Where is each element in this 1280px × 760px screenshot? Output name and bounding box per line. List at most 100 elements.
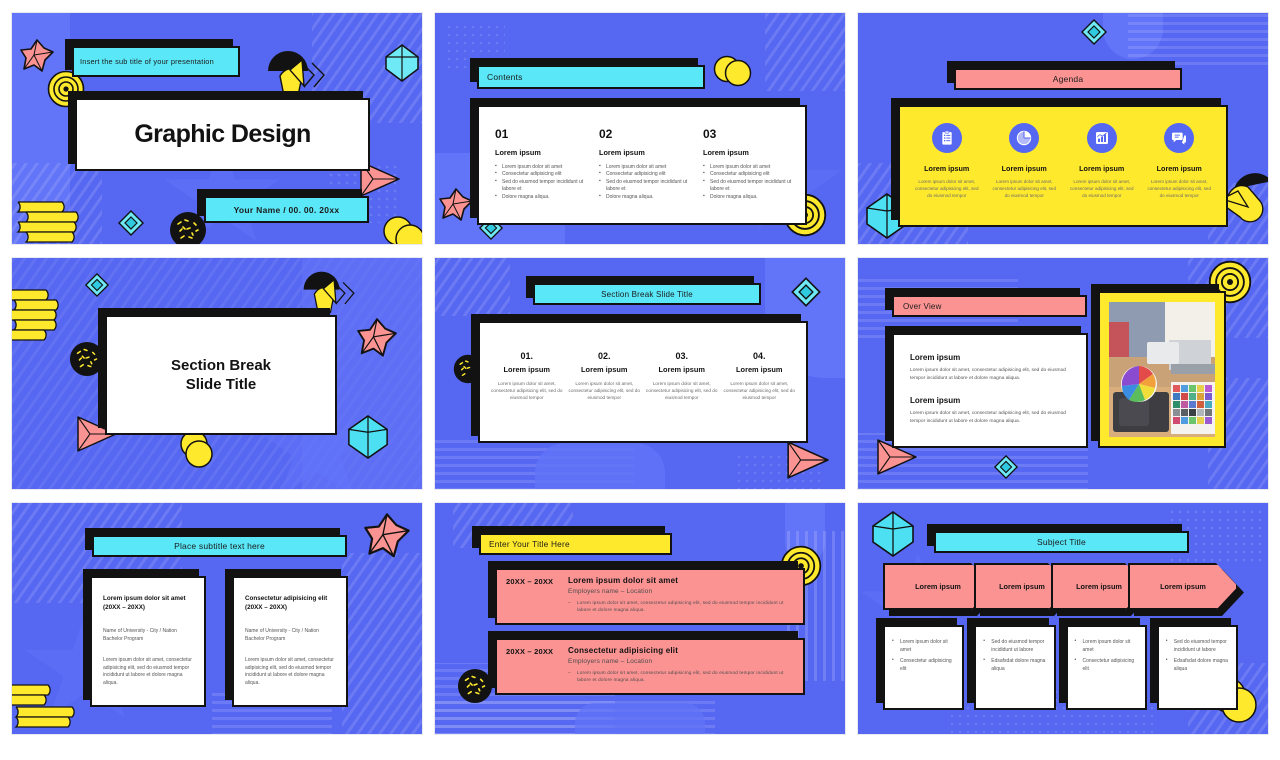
- agenda-items: Lorem ipsum Lorem ipsum dolor sit amet, …: [898, 105, 1228, 227]
- diagonal-stripes: [765, 13, 845, 91]
- list-item: Lorem ipsum dolor sit amet: [703, 163, 793, 171]
- slide-section-break[interactable]: Section Break Slide Title: [11, 257, 423, 490]
- heading-text: Enter Your Title Here: [489, 539, 570, 549]
- section-column[interactable]: 01. Lorem ipsum Lorem ipsum dolor sit am…: [488, 351, 566, 413]
- byline-box[interactable]: Your Name / 00. 00. 20xx: [197, 189, 369, 223]
- section-column[interactable]: 02. Lorem ipsum Lorem ipsum dolor sit am…: [566, 351, 644, 413]
- experience-row[interactable]: 20XX – 20XX Lorem ipsum dolor sit amet E…: [488, 561, 805, 625]
- detail-card[interactable]: Lorem ipsum dolor sit amet Consectetur a…: [1058, 618, 1147, 710]
- heading-text: Contents: [487, 72, 523, 82]
- bullet-list: Lorem ipsum dolor sit amet Consectetur a…: [892, 638, 955, 673]
- pie-chart-icon: [1009, 123, 1040, 153]
- contents-column[interactable]: 03 Lorem ipsum Lorem ipsum dolor sit ame…: [703, 127, 793, 215]
- overview-heading-box[interactable]: Over View: [885, 288, 1087, 317]
- yellow-stack-motif: [16, 198, 94, 244]
- list-item: Sed do eiusmod tempor incididunt ut labo…: [599, 178, 689, 194]
- agenda-item[interactable]: Lorem ipsum Lorem ipsum dolor sit amet, …: [908, 123, 986, 209]
- agenda-item[interactable]: Lorem ipsum Lorem ipsum dolor sit amet, …: [1063, 123, 1141, 209]
- slide-education[interactable]: Place subtitle text here Lorem ipsum dol…: [11, 502, 423, 735]
- contents-heading-box[interactable]: Contents: [470, 58, 705, 89]
- slide-section-columns[interactable]: Section Break Slide Title 01. Lorem ipsu…: [434, 257, 846, 490]
- detail-card[interactable]: Sed do eiusmod tempor incididunt ut labo…: [967, 618, 1056, 710]
- subtitle-box[interactable]: Insert the sub title of your presentatio…: [65, 39, 240, 77]
- section-break-card[interactable]: Section Break Slide Title: [98, 308, 337, 435]
- heading-text: Subject Title: [1037, 537, 1086, 547]
- diagonal-stripes: [342, 553, 422, 734]
- blob-shape: [535, 443, 665, 489]
- agenda-card[interactable]: Lorem ipsum Lorem ipsum dolor sit amet, …: [891, 98, 1228, 227]
- yellow-rings-motif: [179, 430, 221, 468]
- blob-shape: [1103, 13, 1163, 59]
- row-years: 20XX – 20XX: [506, 577, 554, 586]
- slide-subject-title[interactable]: Subject Title Lorem ipsum Lorem ipsum Lo…: [857, 502, 1269, 735]
- speech-bubble-icon: [1164, 123, 1195, 153]
- experience-row[interactable]: 20XX – 20XX Consectetur adipisicing elit…: [488, 631, 805, 695]
- contents-card[interactable]: 01 Lorem ipsum Lorem ipsum dolor sit ame…: [470, 98, 807, 225]
- column-label: Lorem ipsum: [658, 365, 705, 374]
- section-column[interactable]: 04. Lorem ipsum Lorem ipsum dolor sit am…: [721, 351, 799, 413]
- education-card[interactable]: Consectetur adipisicing elit (20XX – 20X…: [225, 569, 348, 707]
- item-text: Lorem ipsum dolor sit amet, consectetur …: [1069, 179, 1134, 198]
- process-step[interactable]: Lorem ipsum: [1128, 563, 1238, 610]
- list-item: Dolore magna aliqua.: [703, 193, 793, 201]
- section-heading-box[interactable]: Section Break Slide Title: [526, 276, 761, 305]
- slide-contents[interactable]: Contents 01 Lorem ipsum Lorem ipsum dolo…: [434, 12, 846, 245]
- overview-photo-frame[interactable]: [1091, 284, 1226, 448]
- slide-agenda[interactable]: Agenda Lorem ipsum Lorem ipsum dolor sit…: [857, 12, 1269, 245]
- slide-over-view[interactable]: Over View Lorem ipsum Lorem ipsum dolor …: [857, 257, 1269, 490]
- column-text: Lorem ipsum dolor sit amet, consectetur …: [568, 381, 640, 401]
- page-title: Graphic Design: [134, 120, 311, 148]
- agenda-item[interactable]: Lorem ipsum Lorem ipsum dolor sit amet, …: [986, 123, 1064, 209]
- education-heading-box[interactable]: Place subtitle text here: [85, 528, 347, 557]
- column-number: 02.: [597, 351, 611, 361]
- section-columns-card[interactable]: 01. Lorem ipsum Lorem ipsum dolor sit am…: [471, 314, 808, 443]
- agenda-heading-box[interactable]: Agenda: [947, 61, 1182, 90]
- list-item: Sed do eiusmod tempor incididunt ut labo…: [495, 178, 585, 194]
- pink-triangle-motif: [783, 438, 831, 482]
- overview-block[interactable]: Lorem ipsum Lorem ipsum dolor sit amet, …: [910, 396, 1070, 425]
- column-text: Lorem ipsum dolor sit amet, consectetur …: [646, 381, 718, 401]
- horizontal-stripes: [435, 701, 715, 734]
- section-column[interactable]: 03. Lorem ipsum Lorem ipsum dolor sit am…: [643, 351, 721, 413]
- small-cyan-diamond-motif: [84, 272, 110, 298]
- heading-text: Place subtitle text here: [174, 541, 265, 551]
- overview-block[interactable]: Lorem ipsum Lorem ipsum dolor sit amet, …: [910, 353, 1070, 382]
- bullet-list: Lorem ipsum dolor sit amet Consectetur a…: [599, 163, 689, 201]
- list-item: Consectetur adipisicing elit: [495, 170, 585, 178]
- block-text: Lorem ipsum dolor sit amet, consectetur …: [910, 411, 1067, 424]
- process-arrows: Lorem ipsum Lorem ipsum Lorem ipsum Lore…: [883, 563, 1238, 613]
- process-detail-cards: Lorem ipsum dolor sit amet Consectetur a…: [875, 618, 1238, 710]
- agenda-item[interactable]: Lorem ipsum Lorem ipsum dolor sit amet, …: [1141, 123, 1219, 209]
- list-item: Edsafsdat dolore magna aliqua: [1166, 657, 1229, 673]
- list-item: Dolore magna aliqua.: [495, 193, 585, 201]
- experience-heading-box[interactable]: Enter Your Title Here: [472, 526, 672, 555]
- byline-text: Your Name / 00. 00. 20xx: [233, 204, 340, 215]
- contents-column[interactable]: 01 Lorem ipsum Lorem ipsum dolor sit ame…: [495, 127, 585, 215]
- item-label: Lorem ipsum: [1079, 164, 1125, 173]
- heading-text: Over View: [903, 301, 942, 311]
- overview-text-card[interactable]: Lorem ipsum Lorem ipsum dolor sit amet, …: [885, 326, 1088, 448]
- yellow-rings-motif: [382, 213, 422, 244]
- bullet-list: Lorem ipsum dolor sit amet Consectetur a…: [495, 163, 585, 201]
- slide-experience[interactable]: Enter Your Title Here 20XX – 20XX Lorem …: [434, 502, 846, 735]
- section-title-line2: Slide Title: [185, 376, 257, 393]
- column-number: 04.: [752, 351, 766, 361]
- pink-star-motif: [439, 188, 473, 222]
- contents-column[interactable]: 02 Lorem ipsum Lorem ipsum dolor sit ame…: [599, 127, 689, 215]
- item-text: Lorem ipsum dolor sit amet, consectetur …: [1147, 179, 1212, 198]
- column-text: Lorem ipsum dolor sit amet, consectetur …: [723, 381, 795, 401]
- education-card[interactable]: Lorem ipsum dolor sit amet (20XX – 20XX)…: [83, 569, 206, 707]
- subject-heading-box[interactable]: Subject Title: [927, 524, 1189, 553]
- row-years: 20XX – 20XX: [506, 647, 554, 656]
- row-subtitle: Employers name – Location: [568, 588, 653, 595]
- title-card[interactable]: Graphic Design: [68, 91, 370, 171]
- heading-text: Agenda: [1052, 74, 1084, 84]
- detail-card[interactable]: Sed do eiusmod tempor incididunt ut labo…: [1149, 618, 1238, 710]
- cyan-diamond-motif: [1080, 18, 1108, 46]
- slide-title[interactable]: Insert the sub title of your presentatio…: [11, 12, 423, 245]
- diagonal-stripes: [435, 258, 510, 316]
- list-item: Consectetur adipisicing elit: [599, 170, 689, 178]
- detail-card[interactable]: Lorem ipsum dolor sit amet Consectetur a…: [875, 618, 965, 710]
- small-cyan-diamond-motif: [993, 454, 1019, 480]
- item-label: Lorem ipsum: [924, 164, 970, 173]
